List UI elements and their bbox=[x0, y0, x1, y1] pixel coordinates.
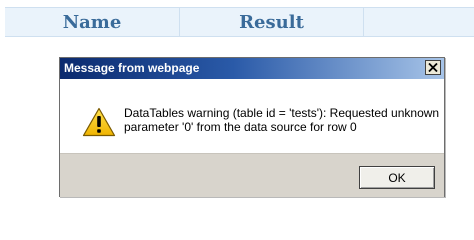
message-dialog: Message from webpage DataTables warning … bbox=[59, 57, 445, 197]
table-header: Name Result bbox=[5, 7, 474, 37]
dialog-message: DataTables warning (table id = 'tests'):… bbox=[124, 106, 440, 134]
dialog-body: DataTables warning (table id = 'tests'):… bbox=[60, 79, 444, 153]
message-line-2: parameter '0' from the data source for r… bbox=[124, 120, 357, 134]
warning-icon bbox=[82, 107, 116, 137]
ok-button[interactable]: OK bbox=[359, 166, 435, 189]
column-header-empty[interactable] bbox=[364, 8, 474, 36]
close-icon bbox=[428, 63, 438, 72]
message-line-1: DataTables warning (table id = 'tests'):… bbox=[124, 106, 440, 120]
column-header-result[interactable]: Result bbox=[180, 8, 364, 36]
dialog-title: Message from webpage bbox=[64, 61, 200, 75]
close-button[interactable] bbox=[425, 60, 441, 75]
dialog-titlebar[interactable]: Message from webpage bbox=[60, 58, 444, 79]
page: Name Result Message from webpage DataTab… bbox=[0, 0, 474, 222]
column-header-name[interactable]: Name bbox=[5, 8, 180, 36]
dialog-footer: OK bbox=[60, 153, 444, 197]
